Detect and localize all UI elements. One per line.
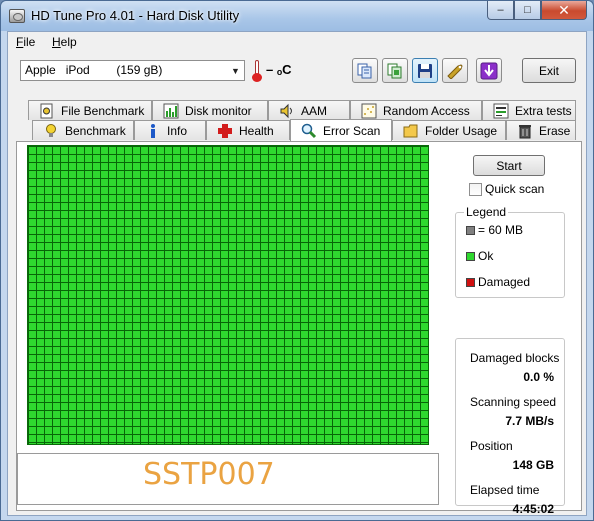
tab-aam[interactable]: AAM: [268, 100, 350, 120]
toolbar: Apple iPod (159 gB) ▼ – ₒC Exit: [8, 52, 586, 92]
elapsed-time-label: Elapsed time: [470, 483, 540, 497]
watermark-text: SSTP007: [143, 457, 275, 492]
tab-error-scan[interactable]: Error Scan: [290, 119, 392, 141]
legend-label: Ok: [478, 249, 494, 263]
quick-scan-label: Quick scan: [485, 182, 545, 196]
close-button[interactable]: ✕: [541, 1, 587, 20]
info-icon: [145, 123, 161, 139]
tab-label: Extra tests: [515, 103, 572, 118]
copy-screenshot-button[interactable]: [382, 58, 408, 83]
elapsed-time-value: 4:45:02: [512, 502, 554, 516]
app-window: HD Tune Pro 4.01 - Hard Disk Utility – □…: [0, 0, 594, 521]
legend-group: Legend = 60 MB Ok Damaged: [455, 205, 565, 298]
quick-scan-option[interactable]: Quick scan: [469, 182, 544, 196]
hard-disk-icon: [9, 9, 25, 23]
tab-label: Erase: [539, 123, 571, 138]
tab-disk-monitor[interactable]: Disk monitor: [152, 100, 268, 120]
magnifier-icon: [301, 123, 317, 139]
client-area: File Help Apple iPod (159 gB) ▼ – ₒC Exi…: [7, 31, 587, 516]
scan-stats-group: Damaged blocks 0.0 % Scanning speed 7.7 …: [455, 338, 565, 516]
tab-label: Folder Usage: [425, 123, 498, 138]
tab-label: File Benchmark: [61, 103, 145, 118]
caption-buttons: – □ ✕: [487, 1, 587, 21]
tab-label: Random Access: [383, 103, 470, 118]
copy-info-button[interactable]: [352, 58, 378, 83]
maximize-button[interactable]: □: [514, 1, 541, 20]
floppy-disk-icon: [418, 63, 432, 78]
drive-dropdown[interactable]: Apple iPod (159 gB) ▼: [20, 60, 245, 81]
tab-strip: File Benchmark Disk monitor AAM Random A…: [16, 100, 580, 142]
copy-icon: [357, 63, 372, 78]
trash-icon: [517, 123, 533, 139]
speaker-icon: [279, 103, 295, 119]
tab-info[interactable]: Info: [134, 120, 206, 140]
menu-help[interactable]: Help: [52, 35, 77, 49]
scatter-icon: [361, 103, 377, 119]
options-button[interactable]: [442, 58, 468, 83]
tab-label: Info: [167, 123, 188, 138]
legend-item-damaged: Damaged: [466, 275, 530, 289]
bar-chart-icon: [163, 103, 179, 119]
lightbulb-icon: [43, 123, 59, 139]
damaged-blocks-value: 0.0 %: [523, 370, 554, 384]
window-title: HD Tune Pro 4.01 - Hard Disk Utility: [31, 8, 240, 23]
legend-label: = 60 MB: [478, 223, 524, 237]
thermometer-icon: [252, 60, 262, 82]
arrow-down-icon: [480, 62, 498, 79]
tab-file-benchmark[interactable]: File Benchmark: [28, 100, 152, 120]
extra-tests-icon: [493, 103, 509, 119]
position-label: Position: [470, 439, 513, 453]
legend-title: Legend: [464, 205, 509, 219]
file-benchmark-icon: [39, 103, 55, 119]
block-map: [27, 145, 429, 445]
chevron-down-icon[interactable]: ▼: [227, 61, 244, 80]
folder-icon: [403, 123, 419, 139]
tab-erase[interactable]: Erase: [506, 120, 576, 140]
damaged-blocks-label: Damaged blocks: [470, 351, 560, 365]
exit-button[interactable]: Exit: [522, 58, 576, 83]
tab-health[interactable]: Health: [206, 120, 290, 140]
red-cross-icon: [217, 123, 233, 139]
tab-label: Benchmark: [65, 123, 126, 138]
tab-label: Error Scan: [323, 123, 381, 138]
title-bar[interactable]: HD Tune Pro 4.01 - Hard Disk Utility – □…: [1, 1, 593, 31]
drive-dropdown-value: Apple iPod (159 gB): [25, 63, 163, 77]
tab-label: AAM: [301, 103, 328, 118]
save-button[interactable]: [412, 58, 438, 83]
tab-benchmark[interactable]: Benchmark: [32, 120, 134, 140]
legend-label: Damaged: [478, 275, 531, 289]
legend-item-ok: Ok: [466, 249, 493, 263]
menu-bar: File Help: [8, 32, 586, 52]
minimize-button[interactable]: –: [487, 1, 514, 20]
start-button[interactable]: Start: [473, 155, 545, 176]
gray-swatch: [466, 225, 475, 235]
quick-scan-checkbox[interactable]: [469, 182, 482, 196]
position-value: 148 GB: [512, 458, 554, 472]
temperature-readout: – ₒC: [266, 62, 292, 77]
tab-label: Health: [239, 123, 274, 138]
tab-label: Disk monitor: [185, 103, 252, 118]
red-swatch: [466, 277, 475, 287]
green-swatch: [466, 251, 475, 261]
tab-extra-tests[interactable]: Extra tests: [482, 100, 576, 120]
copy-screen-icon: [387, 63, 402, 78]
menu-file[interactable]: File: [16, 35, 35, 49]
scanning-speed-label: Scanning speed: [470, 395, 557, 409]
error-scan-panel: SSTP007 Start Quick scan Legend = 60 MB …: [16, 141, 582, 516]
scanning-speed-value: 7.7 MB/s: [505, 414, 554, 428]
tab-random-access[interactable]: Random Access: [350, 100, 482, 120]
download-button[interactable]: [476, 58, 502, 83]
wrench-icon: [447, 63, 463, 79]
tab-folder-usage[interactable]: Folder Usage: [392, 120, 506, 140]
legend-item-block-size: = 60 MB: [466, 223, 523, 237]
